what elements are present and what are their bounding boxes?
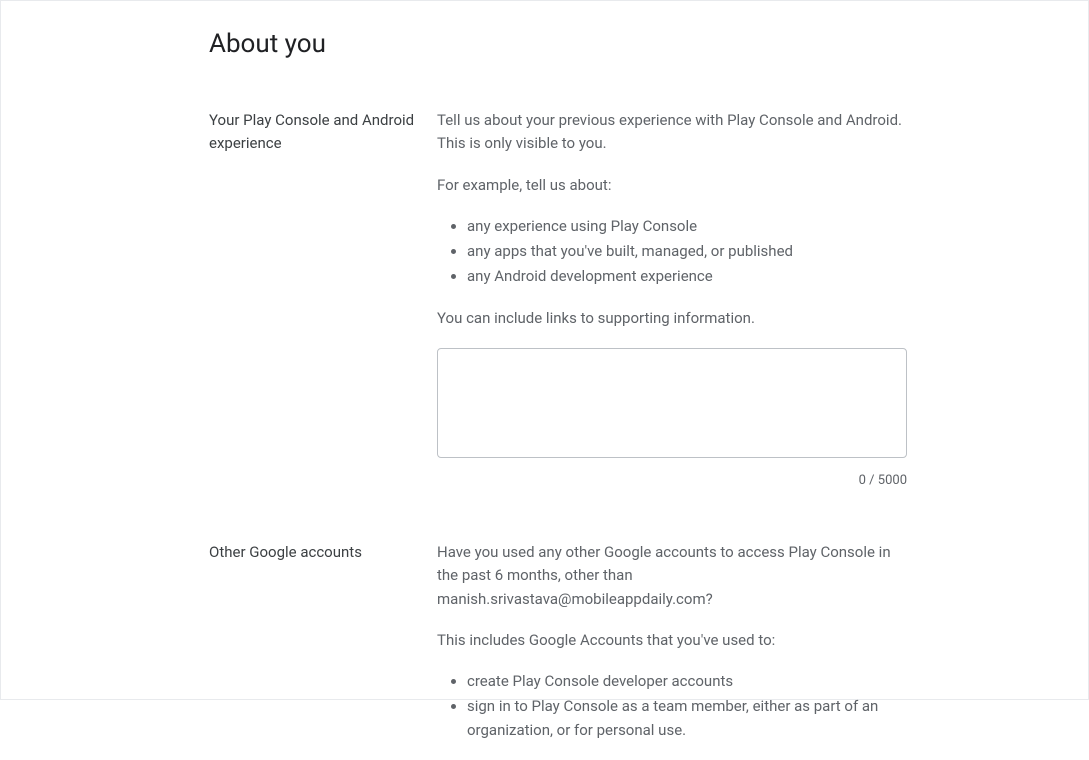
experience-bullet: any experience using Play Console (467, 215, 907, 238)
experience-bullets: any experience using Play Console any ap… (437, 215, 907, 289)
other-accounts-intro: Have you used any other Google accounts … (437, 541, 907, 611)
char-counter: 0 / 5000 (437, 471, 907, 491)
experience-example-lead: For example, tell us about: (437, 174, 907, 197)
experience-bullet: any Android development experience (467, 265, 907, 288)
section-experience-content: Tell us about your previous experience w… (437, 109, 907, 491)
other-accounts-bullets: create Play Console developer accounts s… (437, 670, 907, 742)
other-accounts-bullet: create Play Console developer accounts (467, 670, 907, 693)
section-other-accounts-label: Other Google accounts (209, 541, 437, 760)
other-accounts-example-lead: This includes Google Accounts that you'v… (437, 629, 907, 652)
experience-textarea[interactable] (437, 348, 907, 458)
section-other-accounts: Other Google accounts Have you used any … (1, 541, 1088, 760)
experience-intro: Tell us about your previous experience w… (437, 109, 907, 156)
experience-bullet: any apps that you've built, managed, or … (467, 240, 907, 263)
other-accounts-bullet: sign in to Play Console as a team member… (467, 695, 907, 742)
section-experience: Your Play Console and Android experience… (1, 109, 1088, 491)
experience-note: You can include links to supporting info… (437, 307, 907, 330)
section-experience-label: Your Play Console and Android experience (209, 109, 437, 491)
page-title: About you (209, 29, 1088, 59)
section-other-accounts-content: Have you used any other Google accounts … (437, 541, 907, 760)
